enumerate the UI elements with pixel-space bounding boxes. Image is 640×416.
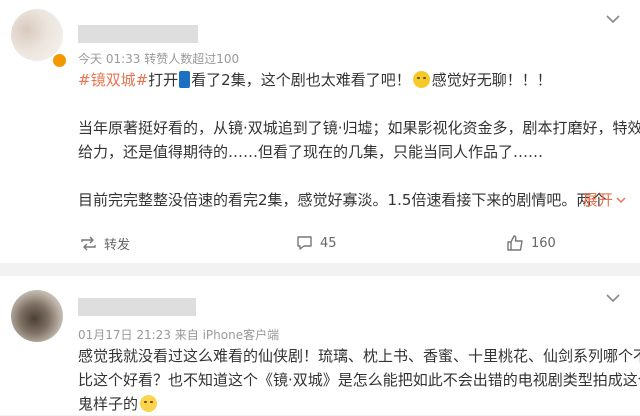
post-line: #镜双城#打开 看了2集，这个剧也太难看了吧！ 感觉好无聊！！！ bbox=[78, 68, 626, 92]
post-text: 感觉好无聊！！！ bbox=[431, 71, 552, 89]
post-body: 感觉我就没看过这么难看的仙侠剧！琉璃、枕上书、香蜜、十里桃花、仙剑系列哪个不 比… bbox=[78, 344, 640, 416]
chevron-down-icon[interactable] bbox=[606, 293, 620, 303]
username[interactable] bbox=[78, 298, 196, 316]
repost-icon bbox=[81, 236, 96, 250]
username[interactable] bbox=[78, 25, 198, 43]
comment-button[interactable]: 45 bbox=[296, 230, 337, 256]
post-text: 看了2集，这个剧也太难看了吧！ bbox=[191, 71, 411, 89]
post-text: 鬼样子的 bbox=[78, 395, 139, 413]
post-meta: 01月17日 21:23 来自 iPhone客户端 bbox=[78, 328, 280, 342]
post-line: 当年原著挺好看的，从镜·双城追到了镜·归墟；如果影视化资金多，剧本打磨好，特效 bbox=[78, 119, 640, 137]
post-line: 比这个好看？也不知道这个《镜·双城》是怎么能把如此不会出错的电视剧类型拍成这个 bbox=[78, 371, 640, 389]
avatar[interactable] bbox=[11, 290, 63, 342]
post-card: 01月17日 21:23 来自 iPhone客户端 感觉我就没看过这么难看的仙侠… bbox=[0, 276, 640, 415]
repost-button[interactable]: 转发 bbox=[80, 230, 130, 256]
hashtag-link[interactable]: #镜双城# bbox=[78, 71, 148, 89]
comment-icon bbox=[297, 236, 312, 250]
post-line: 鬼样子的 bbox=[78, 392, 626, 416]
post-text: 打开 bbox=[148, 71, 179, 89]
post-actions: 转发 45 160 bbox=[0, 230, 640, 256]
chevron-down-icon[interactable] bbox=[606, 14, 620, 24]
post-text: 目前完完整整没倍速的看完2集，感觉好寡淡。1.5倍速看接下来的剧情吧。两个 bbox=[78, 191, 607, 209]
post-line: 给力，还是值得期待的……但看了现在的几集，只能当同人作品了…… bbox=[78, 143, 544, 161]
post-meta: 今天 01:33 转赞人数超过100 bbox=[78, 52, 240, 66]
repost-label: 转发 bbox=[104, 237, 131, 253]
chevron-down-icon bbox=[616, 197, 626, 204]
emoji-sweat-icon bbox=[140, 395, 158, 412]
post-line: 感觉我就没看过这么难看的仙侠剧！琉璃、枕上书、香蜜、十里桃花、仙剑系列哪个不 bbox=[78, 347, 640, 365]
expand-label: 展开 bbox=[582, 191, 613, 209]
expand-link[interactable]: 展开 bbox=[583, 188, 626, 212]
post-card: 今天 01:33 转赞人数超过100 #镜双城#打开 看了2集，这个剧也太难看了吧… bbox=[0, 0, 640, 263]
like-icon bbox=[507, 235, 523, 251]
comment-count: 45 bbox=[320, 235, 337, 251]
like-count: 160 bbox=[531, 235, 556, 251]
post-line: 目前完完整整没倍速的看完2集，感觉好寡淡。1.5倍速看接下来的剧情吧。两个 展开 bbox=[78, 188, 626, 212]
emoji-sleepy-icon bbox=[412, 71, 430, 88]
post-body: #镜双城#打开 看了2集，这个剧也太难看了吧！ 感觉好无聊！！！ 当年原著挺好看的，… bbox=[78, 68, 640, 212]
like-button[interactable]: 160 bbox=[507, 230, 556, 256]
verified-badge-icon bbox=[52, 53, 67, 68]
link-icon[interactable] bbox=[179, 71, 191, 88]
